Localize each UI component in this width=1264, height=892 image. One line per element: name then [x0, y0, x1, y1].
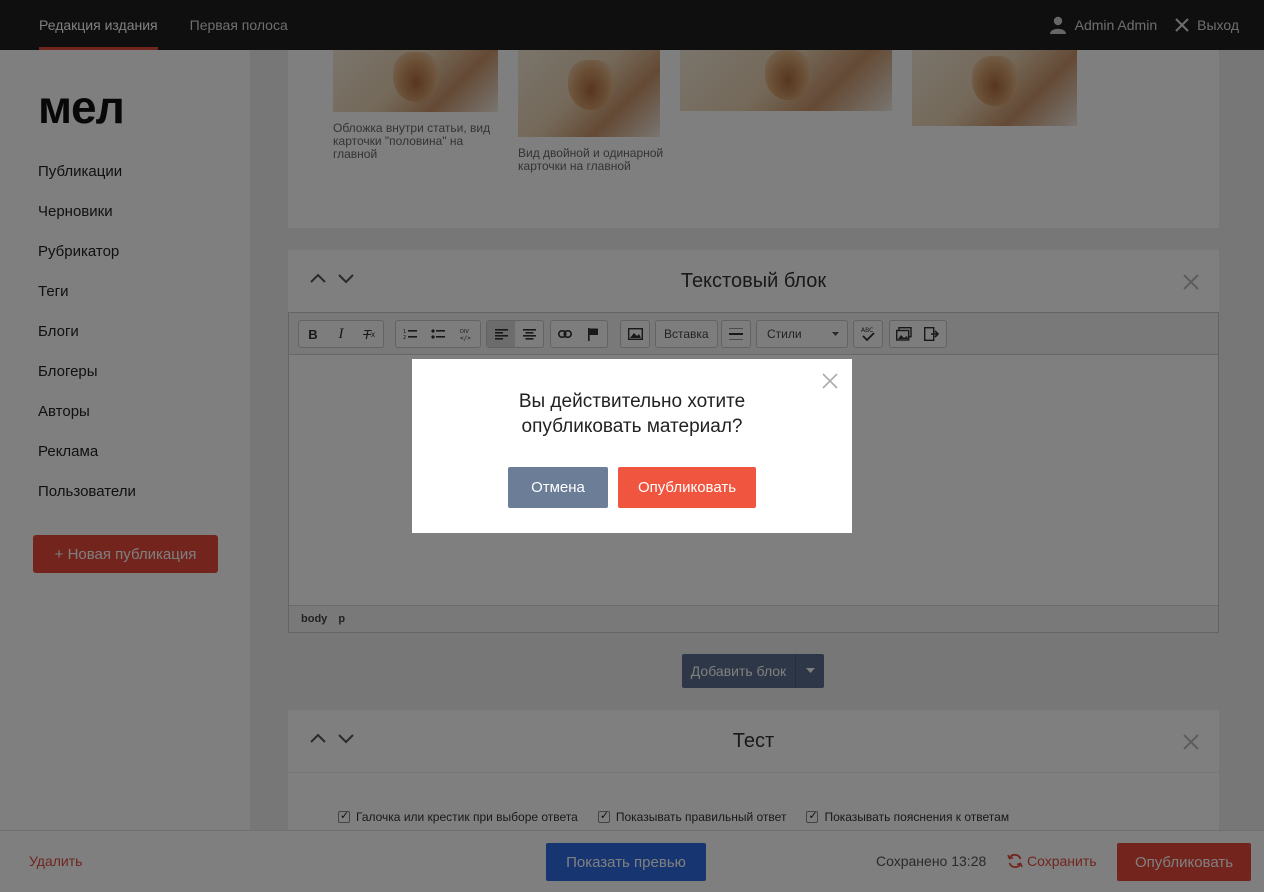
- dialog-question-line1: Вы действительно хотите: [518, 391, 746, 412]
- dialog-question: Вы действительно хотите опубликовать мат…: [412, 389, 852, 439]
- dialog-question-line2: опубликовать материал?: [521, 416, 743, 437]
- close-icon[interactable]: [822, 373, 838, 389]
- confirm-publish-button[interactable]: Опубликовать: [618, 467, 756, 508]
- publish-confirm-dialog: Вы действительно хотите опубликовать мат…: [412, 359, 852, 533]
- cancel-button[interactable]: Отмена: [508, 467, 608, 508]
